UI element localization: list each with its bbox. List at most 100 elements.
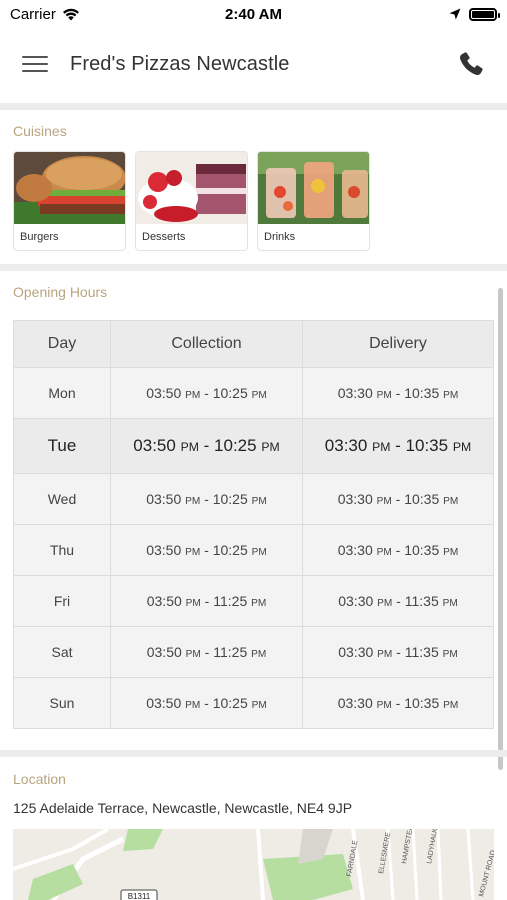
open-time: 03:30 bbox=[337, 542, 373, 558]
day-cell: Mon bbox=[13, 367, 111, 419]
open-time: 03:30 bbox=[338, 593, 374, 609]
collection-hours-cell: 03:50 PM - 10:25 PM bbox=[110, 473, 303, 525]
close-time: 10:35 bbox=[404, 695, 440, 711]
table-row: Mon 03:50 PM - 10:25 PM 03:30 PM - 10:35 P… bbox=[13, 367, 494, 419]
cuisine-label: Drinks bbox=[264, 231, 296, 243]
time-separator: - bbox=[200, 593, 214, 609]
drinks-image bbox=[258, 152, 369, 224]
open-time: 03:50 bbox=[146, 593, 182, 609]
time-separator: - bbox=[391, 385, 405, 401]
delivery-hours-cell: 03:30 PM - 11:35 PM bbox=[302, 626, 494, 678]
cuisine-card-drinks[interactable]: Drinks bbox=[257, 151, 370, 251]
status-right bbox=[449, 7, 500, 21]
pm-suffix: PM bbox=[442, 649, 458, 660]
section-divider bbox=[0, 750, 507, 757]
day-cell: Tue bbox=[13, 418, 111, 474]
opening-hours-table: Day Collection Delivery Mon 03:50 PM - 10… bbox=[13, 320, 494, 729]
close-time: 10:25 bbox=[212, 385, 248, 401]
pm-suffix: PM bbox=[377, 649, 393, 660]
hours-table-body: Mon 03:50 PM - 10:25 PM 03:30 PM - 10:35 P… bbox=[13, 367, 494, 729]
hamburger-menu-icon[interactable] bbox=[22, 54, 48, 74]
day-cell: Sat bbox=[13, 626, 111, 678]
time-separator: - bbox=[200, 542, 213, 558]
carrier-label: Carrier bbox=[10, 5, 56, 23]
pm-suffix: PM bbox=[185, 649, 201, 660]
location-map[interactable]: B1311 FARNDALE ELLESMERE HAMPSTEAD LADYH… bbox=[13, 829, 494, 900]
open-time: 03:50 bbox=[146, 644, 182, 660]
close-time: 10:25 bbox=[212, 491, 248, 507]
open-time: 03:50 bbox=[146, 491, 182, 507]
pm-suffix: PM bbox=[452, 440, 472, 454]
status-bar: Carrier 2:40 AM bbox=[0, 0, 507, 28]
open-time: 03:30 bbox=[337, 695, 373, 711]
cuisine-label: Desserts bbox=[142, 231, 186, 243]
pm-suffix: PM bbox=[185, 547, 201, 558]
close-time: 11:25 bbox=[213, 644, 248, 660]
pm-suffix: PM bbox=[443, 700, 459, 711]
cuisines-heading: Cuisines bbox=[13, 123, 67, 139]
open-time: 03:30 bbox=[338, 644, 374, 660]
opening-hours-heading: Opening Hours bbox=[13, 284, 108, 300]
time-separator: - bbox=[391, 542, 405, 558]
delivery-hours-cell: 03:30 PM - 10:35 PM bbox=[302, 473, 494, 525]
open-time: 03:50 bbox=[133, 436, 176, 455]
collection-hours-cell: 03:50 PM - 11:25 PM bbox=[110, 626, 303, 678]
scrollbar[interactable] bbox=[498, 288, 503, 770]
table-row: Wed 03:50 PM - 10:25 PM 03:30 PM - 10:35 P… bbox=[13, 473, 494, 525]
close-time: 10:25 bbox=[212, 695, 248, 711]
day-cell: Wed bbox=[13, 473, 111, 525]
pm-suffix: PM bbox=[442, 598, 458, 609]
column-header-day: Day bbox=[13, 320, 111, 368]
delivery-hours-cell: 03:30 PM - 10:35 PM bbox=[302, 524, 494, 576]
pm-suffix: PM bbox=[376, 700, 392, 711]
close-time: 10:35 bbox=[405, 436, 449, 455]
pm-suffix: PM bbox=[376, 547, 392, 558]
pm-suffix: PM bbox=[377, 598, 393, 609]
table-header-row: Day Collection Delivery bbox=[13, 320, 494, 368]
close-time: 10:35 bbox=[404, 542, 440, 558]
phone-icon[interactable] bbox=[457, 50, 485, 78]
pm-suffix: PM bbox=[251, 547, 267, 558]
pm-suffix: PM bbox=[251, 390, 267, 401]
cuisine-card-burgers[interactable]: Burgers bbox=[13, 151, 126, 251]
time-separator: - bbox=[200, 491, 213, 507]
time-separator: - bbox=[392, 644, 405, 660]
column-header-collection: Collection bbox=[110, 320, 303, 368]
table-row: Sat 03:50 PM - 11:25 PM 03:30 PM - 11:35 P… bbox=[13, 626, 494, 678]
pm-suffix: PM bbox=[185, 496, 201, 507]
pm-suffix: PM bbox=[251, 649, 267, 660]
time-separator: - bbox=[392, 593, 405, 609]
collection-hours-cell: 03:50 PM - 10:25 PM bbox=[110, 524, 303, 576]
time-separator: - bbox=[391, 695, 405, 711]
time-separator: - bbox=[391, 491, 405, 507]
status-left: Carrier bbox=[10, 6, 80, 23]
pm-suffix: PM bbox=[376, 390, 392, 401]
day-cell: Thu bbox=[13, 524, 111, 576]
battery-icon bbox=[469, 7, 500, 21]
collection-hours-cell: 03:50 PM - 10:25 PM bbox=[110, 418, 303, 474]
app-bar: Fred's Pizzas Newcastle bbox=[0, 28, 507, 100]
pm-suffix: PM bbox=[443, 496, 459, 507]
open-time: 03:50 bbox=[146, 695, 182, 711]
close-time: 10:35 bbox=[404, 385, 440, 401]
open-time: 03:30 bbox=[337, 385, 373, 401]
close-time: 10:35 bbox=[404, 491, 440, 507]
open-time: 03:50 bbox=[146, 542, 182, 558]
open-time: 03:30 bbox=[324, 436, 368, 455]
map-road-label: B1311 bbox=[128, 892, 151, 900]
burger-image bbox=[14, 152, 125, 224]
column-header-delivery: Delivery bbox=[302, 320, 494, 368]
close-time: 11:25 bbox=[213, 593, 248, 609]
table-row: Thu 03:50 PM - 10:25 PM 03:30 PM - 10:35 P… bbox=[13, 524, 494, 576]
delivery-hours-cell: 03:30 PM - 10:35 PM bbox=[302, 677, 494, 729]
section-divider bbox=[0, 103, 507, 110]
table-row: Sun 03:50 PM - 10:25 PM 03:30 PM - 10:35 P… bbox=[13, 677, 494, 729]
close-time: 11:35 bbox=[404, 593, 439, 609]
address-text: 125 Adelaide Terrace, Newcastle, Newcast… bbox=[13, 800, 353, 816]
cuisine-card-desserts[interactable]: Desserts bbox=[135, 151, 248, 251]
pm-suffix: PM bbox=[251, 700, 267, 711]
close-time: 10:25 bbox=[214, 436, 257, 455]
pm-suffix: PM bbox=[180, 440, 199, 454]
cuisines-list: Burgers Desserts Drinks bbox=[13, 151, 370, 251]
collection-hours-cell: 03:50 PM - 10:25 PM bbox=[110, 367, 303, 419]
